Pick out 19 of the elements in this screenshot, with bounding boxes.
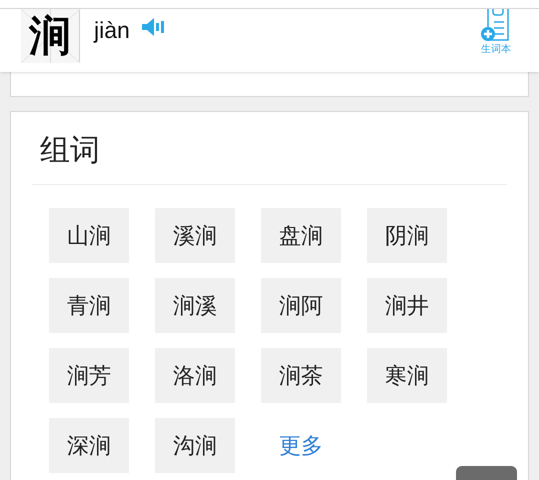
word-link[interactable]: 涧茶 [261,348,341,403]
word-link[interactable]: 涧井 [367,278,447,333]
word-link[interactable]: 山涧 [49,208,129,263]
word-link[interactable]: 涧阿 [261,278,341,333]
more-link[interactable]: 更多 [261,418,341,473]
word-link[interactable]: 沟涧 [155,418,235,473]
word-link[interactable]: 涧溪 [155,278,235,333]
word-link[interactable]: 青涧 [49,278,129,333]
word-link[interactable]: 盘涧 [261,208,341,263]
section-title: 组词 [40,132,100,168]
speaker-icon[interactable] [142,18,164,36]
pinyin-text: jiàn [94,16,130,45]
word-link[interactable]: 深涧 [49,418,129,473]
word-link[interactable]: 阴涧 [367,208,447,263]
word-link[interactable]: 洛涧 [155,348,235,403]
word-link[interactable]: 涧芳 [49,348,129,403]
word-link[interactable]: 溪涧 [155,208,235,263]
character-tile: 涧 [21,9,80,63]
word-link[interactable]: 寒涧 [367,348,447,403]
